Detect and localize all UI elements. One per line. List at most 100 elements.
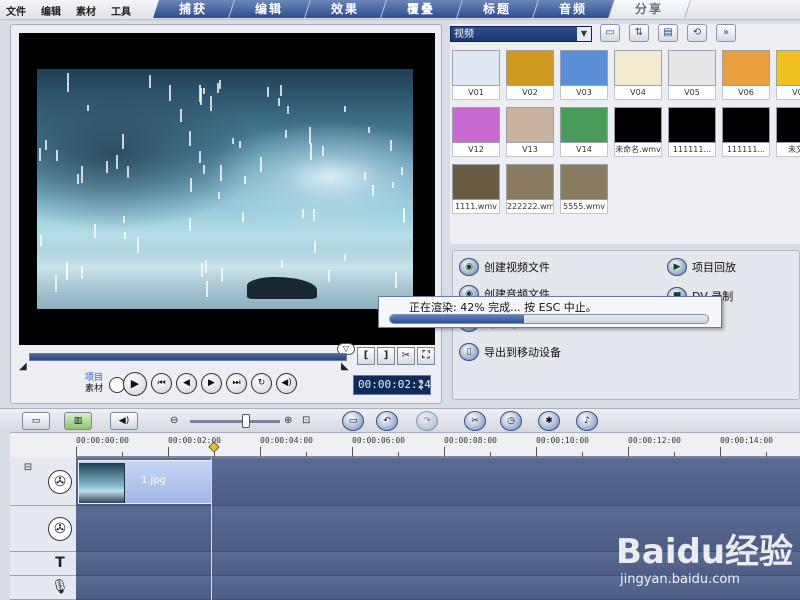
snow-streak (401, 167, 403, 175)
tab-capture-label: 捕获 (179, 2, 208, 16)
zoom-slider-knob[interactable] (242, 414, 250, 428)
library-thumbnail[interactable]: V13 (506, 107, 554, 157)
fullscreen-icon[interactable]: ⛶ (417, 347, 435, 365)
library-thumbnail[interactable]: 5555.wmv (560, 164, 608, 214)
snow-streak (280, 85, 282, 96)
refresh-icon[interactable]: ⟲ (687, 24, 707, 42)
zoom-slider[interactable] (190, 414, 280, 428)
audio-view-button[interactable]: ◀) (110, 412, 138, 430)
preview-scrub-bar[interactable] (29, 353, 347, 361)
timecode-display[interactable]: 00:00:02:24 ▲ ▼ (353, 375, 431, 395)
tab-audio[interactable]: 音频 (533, 0, 615, 18)
snow-streak (392, 182, 394, 188)
thumbnail-label: V07 (776, 86, 800, 100)
trim-end-marker[interactable]: ◣ (341, 361, 349, 372)
library-thumbnail[interactable]: V01 (452, 50, 500, 100)
menu-tools[interactable]: 工具 (111, 3, 131, 18)
library-thumbnail[interactable]: V07 (776, 50, 800, 100)
snow-streak (189, 131, 191, 146)
tab-overlay[interactable]: 覆叠 (381, 0, 463, 18)
view-icon[interactable]: ▤ (658, 24, 678, 42)
multi-trim-icon[interactable]: ✂ (464, 411, 486, 431)
tab-title[interactable]: 标题 (457, 0, 539, 18)
tab-share[interactable]: 分享 (609, 0, 691, 18)
library-thumbnail[interactable]: V12 (452, 107, 500, 157)
title-track-icon[interactable]: T (48, 552, 72, 576)
library-thumbnail[interactable]: 111111... (722, 107, 770, 157)
video-track-icon[interactable]: ✇ (48, 470, 72, 494)
video-track[interactable]: 1.jpg (76, 458, 800, 506)
menu-file[interactable]: 文件 (6, 3, 26, 18)
undo-icon[interactable]: ↶ (376, 411, 398, 431)
play-button[interactable]: ▶ (123, 372, 147, 396)
library-thumbnail[interactable]: 111111... (668, 107, 716, 157)
prev-frame-button[interactable]: ◀ (176, 373, 197, 394)
chevron-down-icon[interactable]: ▼ (577, 27, 591, 41)
timeline-ruler[interactable]: 00:00:00:00 00:00:02:00 00:00:04:00 00:00:0… (10, 432, 800, 458)
project-playback-button[interactable]: ▶ 项目回放 (667, 258, 736, 276)
thumbnail-image (506, 164, 554, 200)
snow-streak (219, 80, 221, 89)
timecode-spinner[interactable]: ▲ ▼ (419, 378, 428, 392)
snow-streak (124, 232, 126, 239)
storyboard-view-button[interactable]: ▭ (22, 412, 50, 430)
voice-track-icon[interactable]: 🎙 (48, 576, 72, 600)
tab-audio-label: 音频 (559, 2, 588, 16)
menu-edit[interactable]: 编辑 (41, 3, 61, 18)
snow-streak (344, 254, 346, 261)
overlay-track-icon[interactable]: ✇ (48, 517, 72, 541)
mode-project-label[interactable]: 项目 (85, 373, 103, 384)
track-options-icon[interactable]: ⊟ (14, 462, 42, 490)
timeline-toolbar: ▭ ▥ ◀) ⊖ ⊕ ⊡ ▭ ↶ ↷ ✂ ◷ ✱ ♪ (0, 408, 800, 432)
snow-streak (239, 141, 241, 148)
library-thumbnail[interactable]: V02 (506, 50, 554, 100)
scissors-icon[interactable]: ✂ (397, 347, 415, 365)
timeline-clip[interactable]: 1.jpg (78, 460, 212, 504)
zoom-out-icon[interactable]: ⊖ (170, 415, 178, 426)
folder-icon[interactable]: ▭ (600, 24, 620, 42)
audio-mix-icon[interactable]: ♪ (576, 411, 598, 431)
create-video-button[interactable]: ◉ 创建视频文件 (459, 258, 550, 276)
mode-clip-label[interactable]: 素材 (85, 384, 103, 395)
tab-edit[interactable]: 编辑 (229, 0, 311, 18)
library-thumbnail[interactable]: 未命名.wmv (614, 107, 662, 157)
insert-media-icon[interactable]: ▭ (342, 411, 364, 431)
library-thumbnail[interactable]: V06 (722, 50, 770, 100)
mark-out-button[interactable]: ] (377, 347, 395, 365)
overlay-track-header: ✇ (10, 506, 76, 552)
expand-icon[interactable]: » (716, 24, 736, 42)
thumbnail-label: 1111.wmv (452, 200, 500, 214)
tab-capture[interactable]: 捕获 (153, 0, 235, 18)
snow-streak (180, 109, 182, 122)
zoom-in-icon[interactable]: ⊕ (284, 415, 292, 426)
menu-clip[interactable]: 素材 (76, 3, 96, 18)
snow-streak (87, 105, 89, 111)
library-thumbnail[interactable]: 222222.wmv (506, 164, 554, 214)
snow-streak (364, 172, 366, 180)
export-mobile-button[interactable]: ▯ 导出到移动设备 (459, 343, 561, 361)
sort-icon[interactable]: ⇅ (629, 24, 649, 42)
snow-streak (94, 224, 96, 238)
library-thumbnail[interactable]: V03 (560, 50, 608, 100)
go-start-button[interactable]: ⏮ (151, 373, 172, 394)
snow-streak (203, 88, 205, 94)
library-category-select[interactable]: 视频 ▼ (450, 26, 592, 42)
recording-capture-icon[interactable]: ◷ (500, 411, 522, 431)
timeline-view-button[interactable]: ▥ (64, 412, 92, 430)
repeat-button[interactable]: ↻ (251, 373, 272, 394)
library-thumbnail[interactable]: V04 (614, 50, 662, 100)
library-thumbnail[interactable]: V14 (560, 107, 608, 157)
library-thumbnail[interactable]: 未文件 (776, 107, 800, 157)
mark-in-button[interactable]: [ (357, 347, 375, 365)
trim-start-marker[interactable]: ◢ (19, 361, 27, 372)
fit-project-icon[interactable]: ⊡ (302, 415, 310, 426)
tab-effect[interactable]: 效果 (305, 0, 387, 18)
next-frame-button[interactable]: ▶ (201, 373, 222, 394)
volume-button[interactable]: ◀) (276, 373, 297, 394)
smart-proxy-icon[interactable]: ✱ (538, 411, 560, 431)
thumbnail-image (722, 50, 770, 86)
go-end-button[interactable]: ⏭ (226, 373, 247, 394)
library-thumbnail[interactable]: 1111.wmv (452, 164, 500, 214)
library-thumbnail[interactable]: V05 (668, 50, 716, 100)
redo-icon[interactable]: ↷ (416, 411, 438, 431)
